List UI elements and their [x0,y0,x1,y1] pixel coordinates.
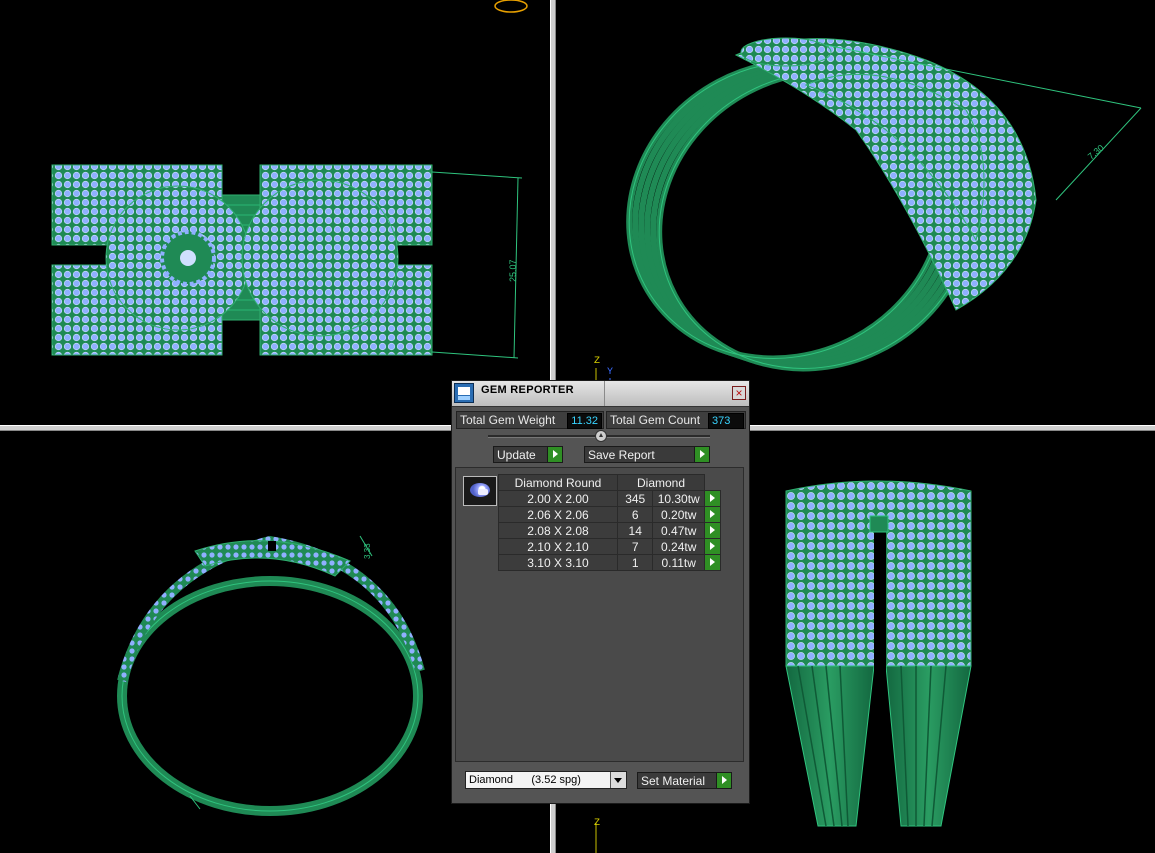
row-select-button[interactable] [704,506,721,523]
total-gem-count-value: 373 [708,413,744,429]
play-arrow-icon [694,447,709,462]
total-gem-weight-value: 11.32 [567,413,602,429]
chevron-down-icon[interactable] [610,772,626,788]
play-arrow-icon [705,491,720,506]
round-gem-icon[interactable] [463,476,497,506]
row-count: 6 [616,506,654,523]
play-arrow-icon [705,539,720,554]
save-report-button[interactable]: Save Report [584,446,710,463]
collapse-toggle-icon[interactable] [595,430,607,442]
close-button[interactable]: × [732,386,746,400]
axis-z-label-top: Z [594,356,601,367]
row-weight: 0.24tw [652,538,705,555]
row-size: 2.00 X 2.00 [498,490,618,507]
header-gem-shape: Diamond Round [498,474,618,491]
total-gem-weight-label: Total Gem Weight [460,413,556,427]
row-weight: 0.47tw [652,522,705,539]
row-weight: 10.30tw [652,490,705,507]
table-row: 2.06 X 2.06 6 0.20tw [498,506,721,523]
table-row: 2.08 X 2.08 14 0.47tw [498,522,721,539]
save-report-button-label: Save Report [588,448,655,462]
row-count: 14 [616,522,654,539]
bracelet-perspective-view: 7.30 [595,37,1142,425]
bracelet-front-view: 25.07 [51,0,528,359]
set-material-button-label: Set Material [641,774,706,788]
row-select-button[interactable] [704,522,721,539]
set-material-button[interactable]: Set Material [637,772,732,789]
row-size: 2.08 X 2.08 [498,522,618,539]
material-select[interactable]: Diamond (3.52 spg) [465,771,627,789]
row-size: 3.10 X 3.10 [498,554,618,571]
play-arrow-icon [705,555,720,570]
gem-list-area: Diamond Round Diamond 2.00 X 2.00 345 10… [455,467,744,762]
gem-table-header: Diamond Round Diamond [498,474,721,491]
gem-reporter-panel: GEM REPORTER × Total Gem Weight 11.32 To… [451,380,750,804]
viewport-perspective[interactable]: 7.30 Z Y [556,0,1155,425]
gem-table: Diamond Round Diamond 2.00 X 2.00 345 10… [498,474,721,571]
axis-y-label-top: Y [607,367,614,378]
material-select-value: Diamond (3.52 spg) [469,774,581,786]
header-gem-material: Diamond [617,474,705,491]
play-arrow-icon [547,447,562,462]
play-arrow-icon [705,507,720,522]
table-row: 3.10 X 3.10 1 0.11tw [498,554,721,571]
total-gem-weight: Total Gem Weight 11.32 [456,411,604,429]
row-count: 7 [616,538,654,555]
titlebar-separator [604,381,605,406]
table-row: 2.10 X 2.10 7 0.24tw [498,538,721,555]
table-row: 2.00 X 2.00 345 10.30tw [498,490,721,507]
row-weight: 0.20tw [652,506,705,523]
row-select-button[interactable] [704,554,721,571]
panel-title: GEM REPORTER [481,384,574,396]
play-arrow-icon [705,523,720,538]
axis-z-label-bottom: Z [594,818,601,829]
close-icon: × [735,386,743,400]
dimension-label-side: 3.33 [363,543,372,559]
row-select-button[interactable] [704,490,721,507]
update-button-label: Update [497,448,536,462]
row-count: 1 [616,554,654,571]
total-gem-count-label: Total Gem Count [610,413,701,427]
row-size: 2.06 X 2.06 [498,506,618,523]
row-count: 345 [616,490,654,507]
panel-titlebar[interactable]: GEM REPORTER × [452,381,749,407]
row-weight: 0.11tw [652,554,705,571]
dimension-label-perspective: 7.30 [1086,143,1106,162]
dimension-label-front: 25.07 [508,259,518,282]
row-select-button[interactable] [704,538,721,555]
update-button[interactable]: Update [493,446,563,463]
viewport-front[interactable]: 25.07 [0,0,550,425]
play-arrow-icon [716,773,731,788]
gem-reporter-icon [454,383,474,403]
row-size: 2.10 X 2.10 [498,538,618,555]
total-gem-count: Total Gem Count 373 [606,411,746,429]
